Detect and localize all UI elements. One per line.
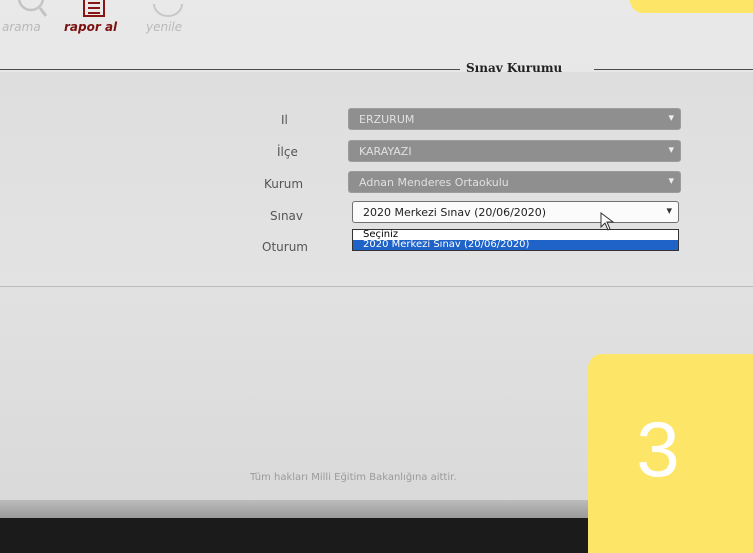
ilce-select[interactable]: KARAYAZI ▾ [348, 140, 681, 162]
search-button[interactable]: arama [2, 20, 41, 34]
chevron-down-icon: ▾ [668, 143, 674, 156]
step-number: 3 [636, 405, 680, 493]
chevron-down-icon: ▾ [666, 204, 672, 217]
oturum-label: Oturum [262, 240, 308, 254]
step-badge: 3 [588, 354, 753, 553]
dropdown-option-selected[interactable]: 2020 Merkezi Sınav (20/06/2020) [353, 240, 678, 250]
fieldset-border-left [0, 69, 460, 70]
il-select[interactable]: ERZURUM ▾ [348, 108, 681, 130]
ilce-label: İlçe [277, 145, 298, 159]
kurum-label: Kurum [264, 177, 304, 191]
sinav-value: 2020 Merkezi Sınav (20/06/2020) [363, 206, 547, 219]
il-label: Il [281, 113, 288, 127]
fieldset-border-right [594, 69, 753, 70]
refresh-icon[interactable] [150, 0, 186, 18]
il-value: ERZURUM [359, 113, 415, 126]
form-bottom-divider [0, 286, 753, 287]
chevron-down-icon: ▾ [668, 111, 674, 124]
ilce-value: KARAYAZI [359, 145, 412, 158]
mouse-cursor-icon [600, 212, 615, 231]
footer-copyright: Tüm hakları Milli Eğitim Bakanlığına ait… [250, 472, 457, 483]
kurum-select[interactable]: Adnan Menderes Ortaokulu ▾ [348, 171, 681, 193]
refresh-button[interactable]: yenile [146, 20, 182, 34]
search-icon[interactable] [14, 0, 48, 18]
sinav-select[interactable]: 2020 Merkezi Sınav (20/06/2020) ▾ [352, 201, 679, 223]
report-button[interactable]: rapor al [64, 20, 117, 34]
badge-top-corner [630, 0, 753, 13]
sinav-label: Sınav [270, 209, 304, 223]
kurum-value: Adnan Menderes Ortaokulu [359, 176, 509, 189]
sinav-dropdown-list: Seçiniz 2020 Merkezi Sınav (20/06/2020) [352, 229, 679, 251]
report-icon[interactable] [81, 0, 107, 18]
chevron-down-icon: ▾ [668, 174, 674, 187]
